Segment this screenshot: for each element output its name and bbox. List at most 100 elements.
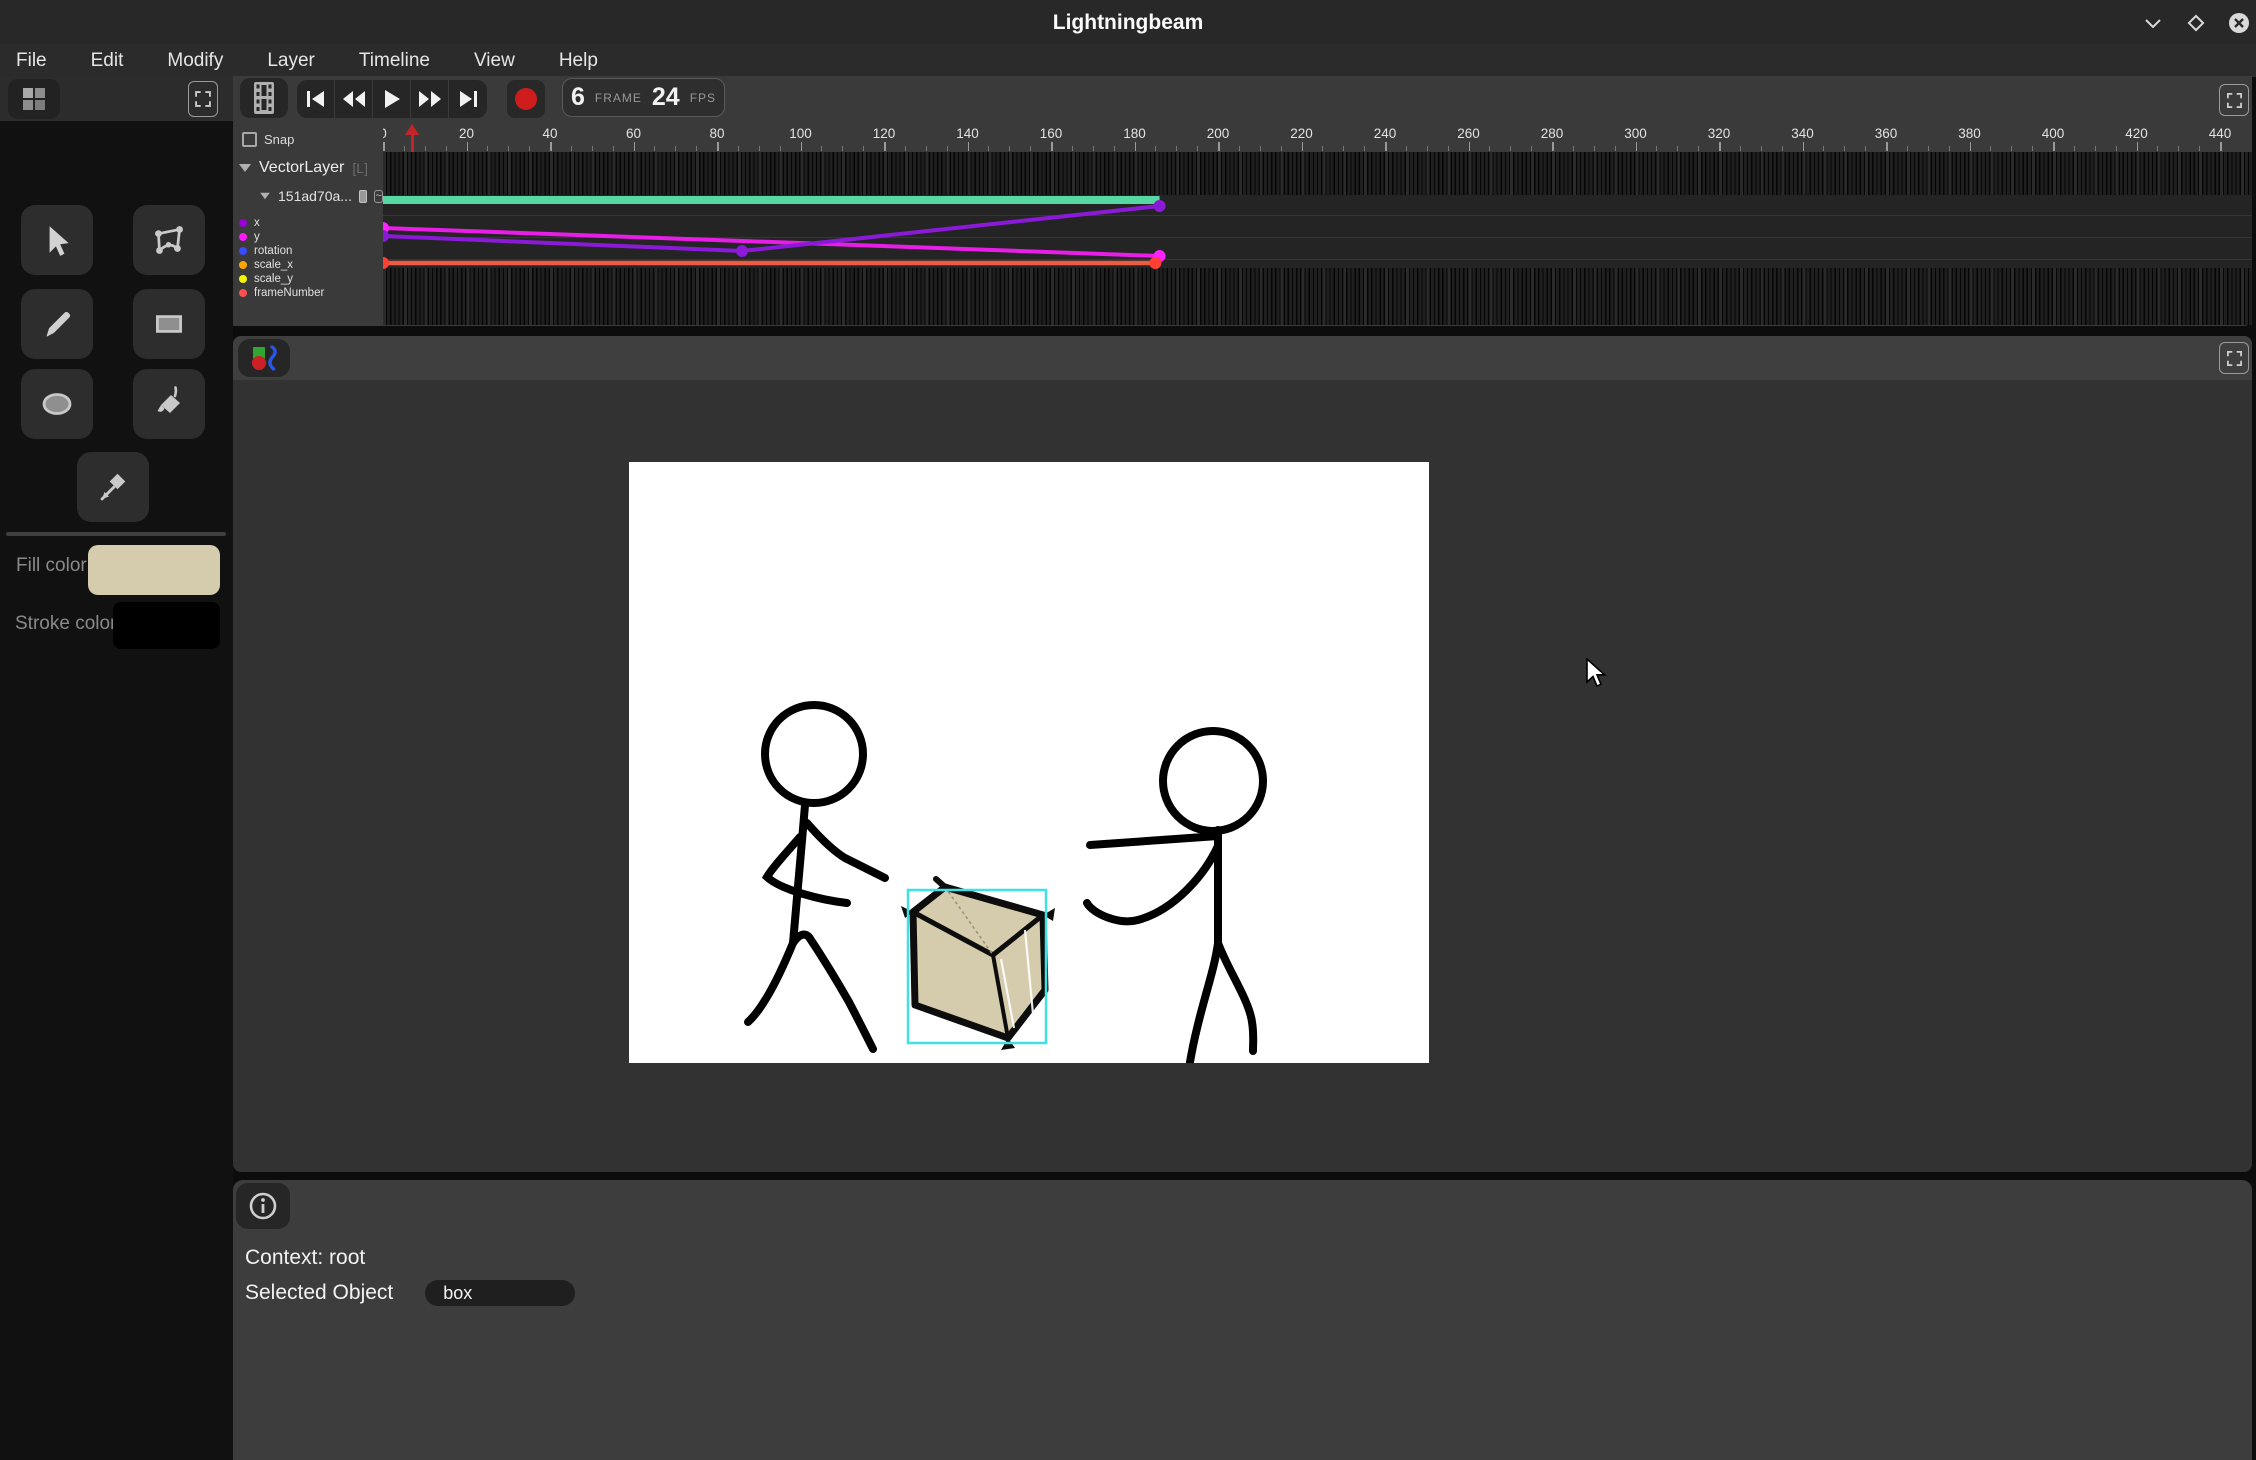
rewind-icon [342, 90, 366, 108]
pencil-tool-button[interactable] [21, 289, 93, 359]
box-drawing[interactable] [901, 879, 1055, 1050]
select-tool-button[interactable] [21, 205, 93, 275]
timeline-expand-icon[interactable] [2219, 84, 2249, 116]
tool-sidebar: Fill color: Stroke color: [0, 77, 233, 1460]
object-collapse-icon[interactable] [260, 193, 270, 199]
paint-bucket-tool-button[interactable] [133, 369, 205, 439]
presence-bar[interactable] [383, 196, 1160, 204]
layer-row[interactable]: VectorLayer [L] [233, 154, 383, 182]
ruler-label: 380 [1958, 126, 1981, 141]
layer-collapse-icon[interactable] [239, 164, 251, 172]
property-color-dot [239, 261, 247, 269]
transform-tool-button[interactable] [133, 205, 205, 275]
stick-figure-left[interactable] [748, 705, 885, 1049]
snap-checkbox[interactable] [242, 132, 257, 147]
pencil-icon [39, 306, 75, 342]
ruler-label: 280 [1541, 126, 1564, 141]
object-swatch-button[interactable] [359, 190, 368, 203]
layer-tag: [L] [352, 160, 368, 176]
property-row-x[interactable]: x [239, 216, 383, 230]
ruler-label: 20 [459, 126, 474, 141]
skip-start-button[interactable] [297, 80, 335, 118]
ruler-label: 60 [626, 126, 641, 141]
keyframe-dot-x[interactable] [383, 230, 389, 242]
object-ease-button[interactable]: ~ [374, 190, 383, 203]
layer-name[interactable]: VectorLayer [259, 159, 344, 177]
property-label: rotation [254, 245, 292, 257]
mouse-cursor [1585, 658, 1611, 692]
keyframe-dot-x[interactable] [1154, 200, 1166, 212]
playhead[interactable] [402, 124, 422, 152]
rewind-button[interactable] [335, 80, 373, 118]
timeline-frames-area[interactable] [383, 152, 2252, 326]
rectangle-icon [150, 305, 188, 343]
property-color-dot [239, 275, 247, 283]
fast-forward-button[interactable] [411, 80, 449, 118]
menu-item-modify[interactable]: Modify [167, 50, 223, 72]
canvas-panel [233, 336, 2252, 1172]
ruler-label: 320 [1708, 126, 1731, 141]
property-color-dot [239, 219, 247, 227]
property-row-frameNumber[interactable]: frameNumber [239, 286, 383, 300]
stroke-color-swatch[interactable] [113, 602, 220, 649]
close-icon[interactable] [2226, 12, 2252, 34]
ellipse-tool-button[interactable] [21, 369, 93, 439]
ruler-label: 360 [1875, 126, 1898, 141]
fps-number[interactable]: 24 [652, 83, 680, 112]
shapes-icon[interactable] [238, 339, 290, 377]
keyframe-dot-frameNumber[interactable] [1149, 257, 1161, 269]
object-row[interactable]: 151ad70a... ~ [233, 186, 383, 206]
timeline-ruler[interactable]: 0204060801001201401601802002202402602803… [383, 124, 2252, 152]
menu-item-timeline[interactable]: Timeline [359, 50, 430, 72]
property-row-scale_y[interactable]: scale_y [239, 272, 383, 286]
property-color-dot [239, 233, 247, 241]
ruler-label: 400 [2042, 126, 2065, 141]
play-button[interactable] [373, 80, 411, 118]
property-row-y[interactable]: y [239, 230, 383, 244]
film-icon[interactable] [240, 78, 288, 118]
ruler-label: 300 [1624, 126, 1647, 141]
minimize-icon[interactable] [2140, 12, 2166, 34]
property-label: frameNumber [254, 287, 324, 299]
canvas-expand-icon[interactable] [2219, 342, 2249, 374]
fill-color-swatch[interactable] [88, 545, 220, 595]
eyedropper-tool-button[interactable] [77, 452, 149, 522]
ruler-label: 240 [1374, 126, 1397, 141]
property-label: scale_y [254, 273, 293, 285]
curve-x [383, 206, 1160, 251]
object-name[interactable]: 151ad70a... [278, 188, 352, 204]
selected-object-row: Selected Object box [245, 1280, 575, 1306]
menu-item-help[interactable]: Help [559, 50, 598, 72]
keyframe-curves[interactable] [383, 152, 2252, 325]
menu-item-layer[interactable]: Layer [267, 50, 315, 72]
timeline-left-column: Snap VectorLayer [L] 151ad70a... ~ xyrot… [233, 124, 383, 326]
keyframe-dot-x[interactable] [736, 245, 748, 257]
property-color-dot [239, 247, 247, 255]
stick-figure-right[interactable] [1087, 731, 1263, 1062]
stage-canvas[interactable] [629, 462, 1429, 1063]
titlebar: Lightningbeam [0, 0, 2256, 44]
keyframe-dot-frameNumber[interactable] [383, 257, 389, 269]
frame-number[interactable]: 6 [571, 83, 585, 112]
selected-object-label: Selected Object [245, 1281, 393, 1305]
skip-end-button[interactable] [449, 80, 487, 118]
record-button[interactable] [507, 80, 545, 118]
app-window: Lightningbeam File Edit Modify Layer Timelin… [0, 0, 2256, 1460]
selected-object-field[interactable]: box [425, 1280, 575, 1306]
play-icon [383, 89, 401, 109]
property-row-rotation[interactable]: rotation [239, 244, 383, 258]
ruler-label: 440 [2209, 126, 2232, 141]
tools-grid-icon[interactable] [8, 79, 60, 119]
menu-item-file[interactable]: File [16, 50, 47, 72]
menu-item-edit[interactable]: Edit [91, 50, 124, 72]
sidebar-expand-icon[interactable] [188, 81, 218, 117]
menu-item-view[interactable]: View [474, 50, 515, 72]
property-row-scale_x[interactable]: scale_x [239, 258, 383, 272]
info-icon[interactable] [236, 1183, 290, 1229]
ruler-label: 260 [1457, 126, 1480, 141]
ruler-label: 140 [956, 126, 979, 141]
maximize-icon[interactable] [2183, 12, 2209, 34]
stroke-color-label: Stroke color: [15, 613, 122, 635]
ruler-label: 420 [2125, 126, 2148, 141]
rectangle-tool-button[interactable] [133, 289, 205, 359]
